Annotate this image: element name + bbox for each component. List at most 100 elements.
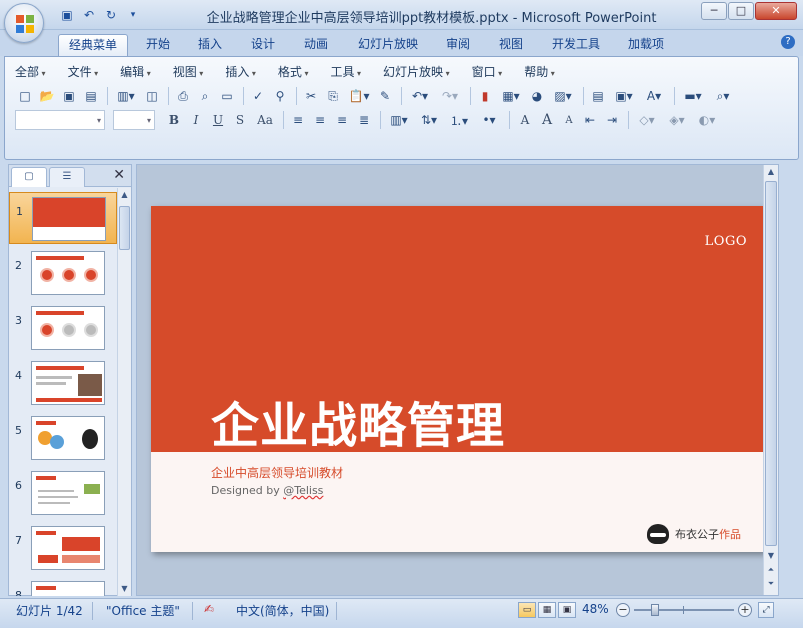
minimize-button[interactable]: ─: [701, 2, 727, 20]
language[interactable]: 中文(简体，中国): [236, 602, 329, 619]
scroll-down-icon[interactable]: ▼: [118, 582, 131, 596]
undo-icon[interactable]: ↶▾: [406, 86, 434, 106]
slide-sorter-button[interactable]: ▦: [538, 602, 556, 618]
designed-by-line[interactable]: Designed by @Teliss: [211, 484, 323, 497]
folder-icon[interactable]: ▬▾: [679, 86, 707, 106]
menu-view[interactable]: 视图: [173, 63, 204, 81]
export-icon[interactable]: ▥▾: [112, 86, 140, 106]
zoom-knob[interactable]: [651, 604, 660, 616]
current-slide[interactable]: LOGO 企业战略管理 企业中高层领导培训教材 Designed by @Tel…: [151, 206, 765, 552]
underline-button[interactable]: U: [207, 110, 229, 130]
scroll-up-icon[interactable]: ▲: [118, 188, 131, 202]
save-icon[interactable]: ▣: [59, 86, 79, 106]
menu-help[interactable]: 帮助: [524, 63, 555, 81]
new-icon[interactable]: □: [15, 86, 35, 106]
menu-format[interactable]: 格式: [278, 63, 309, 81]
bullets-icon[interactable]: •▾: [475, 110, 503, 130]
slide-scrollbar[interactable]: ▲ ▼ ⏶ ⏷: [763, 165, 778, 595]
slides-tab[interactable]: ▢: [11, 167, 47, 187]
table-icon[interactable]: ▦▾: [497, 86, 525, 106]
close-button[interactable]: ✕: [755, 2, 797, 20]
slideshow-button[interactable]: ▣: [558, 602, 576, 618]
scrollbar-thumb[interactable]: [119, 206, 130, 250]
open-icon[interactable]: 📂: [37, 86, 57, 106]
clipart-icon[interactable]: ◕: [527, 86, 547, 106]
slide-thumbnail-4[interactable]: 4: [9, 357, 117, 409]
tab-insert[interactable]: 插入: [188, 34, 232, 56]
numbering-icon[interactable]: ⒈▾: [445, 110, 473, 130]
slide-thumbnail-1[interactable]: 1: [9, 192, 117, 244]
slide-thumbnail-7[interactable]: 7: [9, 522, 117, 574]
font-size-combo[interactable]: ▾: [113, 110, 155, 130]
columns-icon[interactable]: ▥▾: [385, 110, 413, 130]
zoom-slider[interactable]: − +: [616, 603, 752, 617]
scroll-up-icon[interactable]: ▲: [764, 165, 778, 179]
research-icon[interactable]: ⚲: [270, 86, 290, 106]
scroll-down-icon[interactable]: ▼: [764, 549, 778, 563]
zoom-search-icon[interactable]: ⌕▾: [709, 86, 737, 106]
font-color-button[interactable]: A: [514, 110, 536, 130]
menu-edit[interactable]: 编辑: [120, 63, 151, 81]
align-center-icon[interactable]: ≡: [310, 110, 330, 130]
new-slide-icon[interactable]: ▤: [588, 86, 608, 106]
normal-view-button[interactable]: ▭: [518, 602, 536, 618]
tab-view[interactable]: 视图: [489, 34, 533, 56]
zoom-level[interactable]: 48%: [582, 602, 609, 616]
menu-insert[interactable]: 插入: [225, 63, 256, 81]
align-right-icon[interactable]: ≡: [332, 110, 352, 130]
slide-thumbnail-6[interactable]: 6: [9, 467, 117, 519]
tab-home[interactable]: 开始: [136, 34, 180, 56]
grow-font-button[interactable]: A: [536, 110, 558, 130]
format-painter-icon[interactable]: ✎: [375, 86, 395, 106]
decrease-indent-icon[interactable]: ⇤: [580, 110, 600, 130]
zoom-out-icon[interactable]: −: [616, 603, 630, 617]
slide-thumbnail-8[interactable]: 8: [9, 577, 117, 596]
arrange-icon[interactable]: ◈▾: [663, 110, 691, 130]
justify-icon[interactable]: ≣: [354, 110, 374, 130]
menu-slideshow[interactable]: 幻灯片放映: [383, 63, 450, 81]
italic-button[interactable]: I: [185, 110, 207, 130]
spelling-icon[interactable]: ✓: [248, 86, 268, 106]
print-preview-icon[interactable]: ⌕: [195, 86, 215, 106]
tab-slideshow[interactable]: 幻灯片放映: [348, 34, 428, 56]
change-case-button[interactable]: Aa: [251, 110, 279, 130]
slide-title[interactable]: 企业战略管理: [211, 386, 505, 456]
bold-button[interactable]: B: [163, 110, 185, 130]
copy-icon[interactable]: ⎘: [323, 86, 343, 106]
textbox-icon[interactable]: A▾: [640, 86, 668, 106]
shapes-icon[interactable]: ◇▾: [633, 110, 661, 130]
publish-icon[interactable]: ◫: [142, 86, 162, 106]
menu-all[interactable]: 全部: [15, 63, 46, 81]
previous-slide-icon[interactable]: ⏶: [764, 563, 778, 577]
quick-styles-icon[interactable]: ◐▾: [693, 110, 721, 130]
next-slide-icon[interactable]: ⏷: [764, 577, 778, 591]
text-direction-icon[interactable]: ⇅▾: [415, 110, 443, 130]
menu-file[interactable]: 文件: [68, 63, 99, 81]
tab-developer[interactable]: 开发工具: [542, 34, 610, 56]
slide-thumbnail-5[interactable]: 5: [9, 412, 117, 464]
slide-subtitle[interactable]: 企业中高层领导培训教材: [211, 464, 343, 481]
outline-tab[interactable]: ☰: [49, 167, 85, 187]
slide-thumbnail-3[interactable]: 3: [9, 302, 117, 354]
font-name-combo[interactable]: ▾: [15, 110, 105, 130]
tab-classic-menu[interactable]: 经典菜单: [58, 34, 129, 57]
scrollbar-thumb[interactable]: [765, 181, 777, 546]
menu-tools[interactable]: 工具: [330, 63, 361, 81]
paste-icon[interactable]: 📋▾: [345, 86, 373, 106]
redo-icon[interactable]: ↷▾: [436, 86, 464, 106]
permission-icon[interactable]: ▤: [81, 86, 101, 106]
fit-to-window-icon[interactable]: ⤢: [758, 602, 774, 618]
help-icon[interactable]: ?: [781, 35, 795, 49]
menu-window[interactable]: 窗口: [472, 63, 503, 81]
shrink-font-button[interactable]: A: [558, 110, 580, 130]
close-panel-icon[interactable]: ✕: [113, 167, 125, 183]
zoom-in-icon[interactable]: +: [738, 603, 752, 617]
tab-review[interactable]: 审阅: [436, 34, 480, 56]
slide-layout-icon[interactable]: ▣▾: [610, 86, 638, 106]
thumbnail-scrollbar[interactable]: ▲ ▼: [117, 188, 131, 596]
picture-icon[interactable]: ▨▾: [549, 86, 577, 106]
shadow-button[interactable]: S: [229, 110, 251, 130]
chart-icon[interactable]: ▮: [475, 86, 495, 106]
spell-check-icon[interactable]: ✍: [204, 602, 214, 616]
tab-animations[interactable]: 动画: [294, 34, 338, 56]
